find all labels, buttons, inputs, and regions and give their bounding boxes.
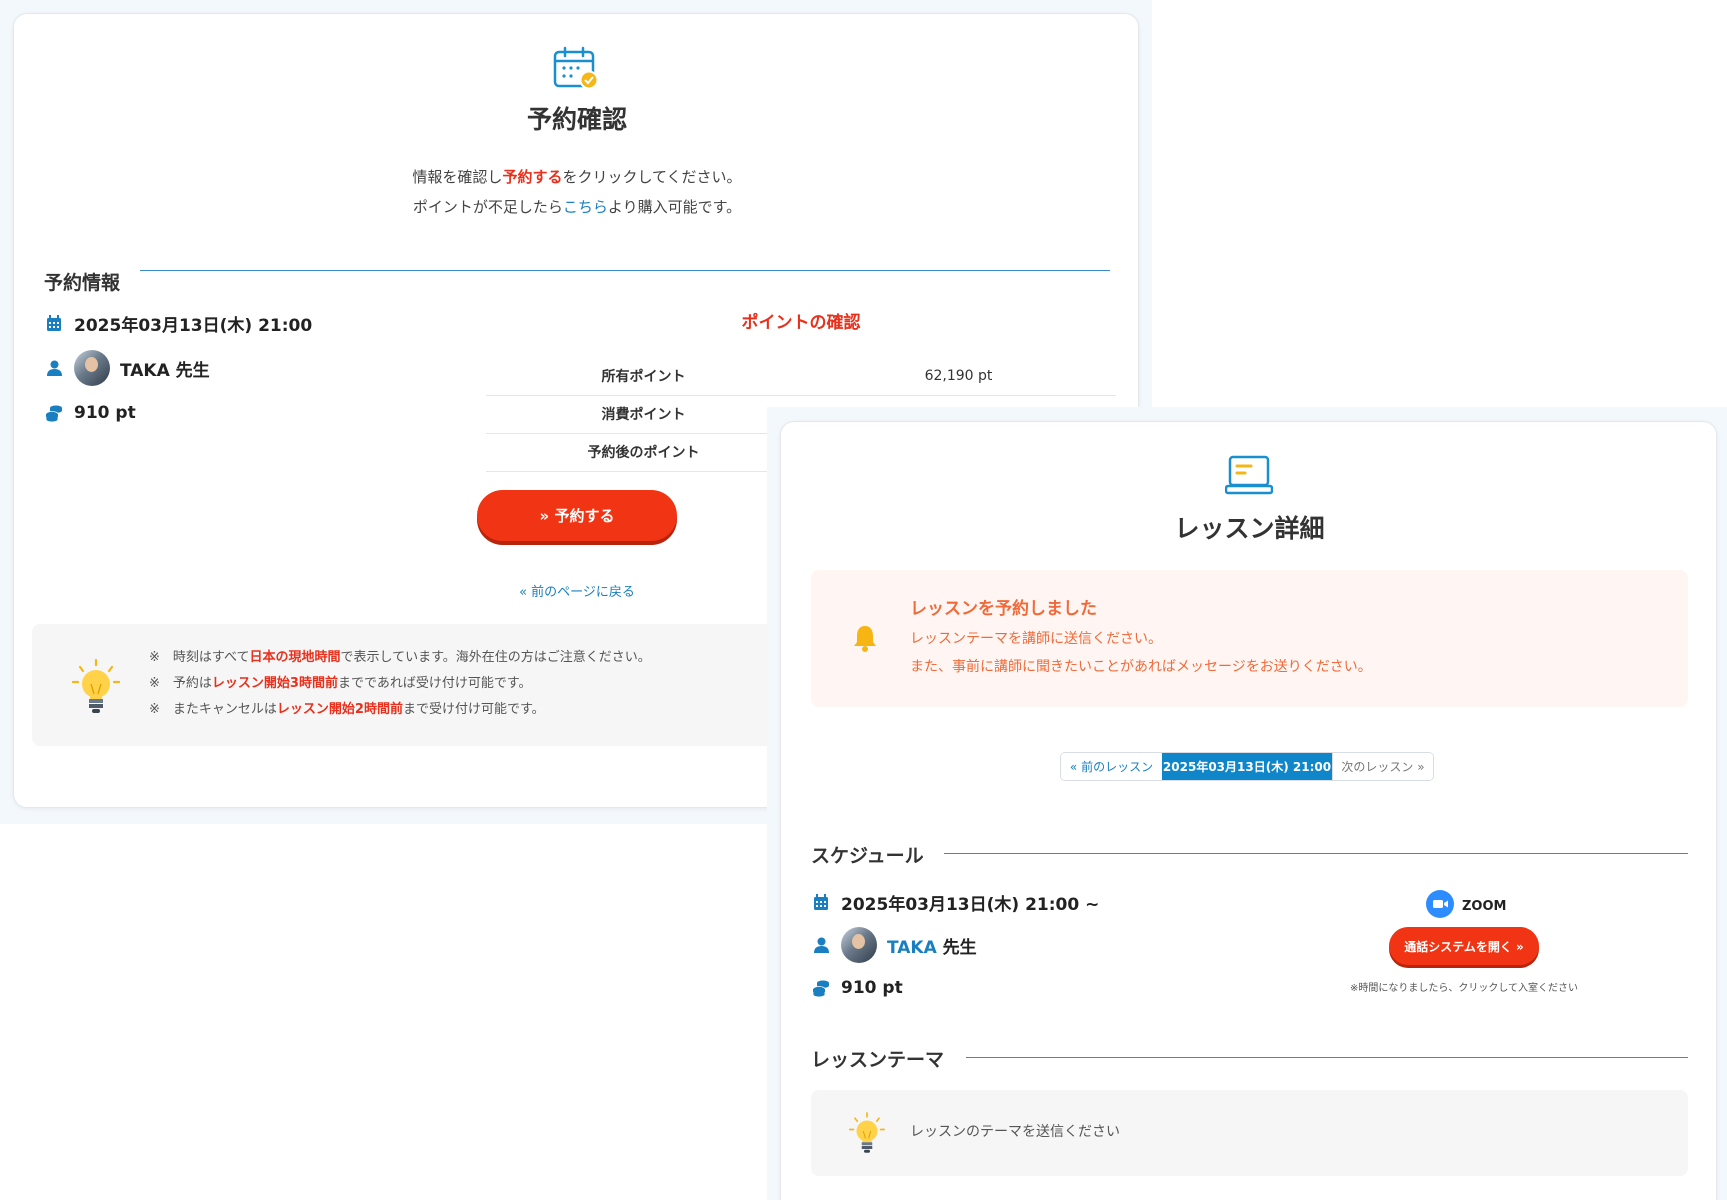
- zoom-badge: ZOOM: [1426, 890, 1506, 922]
- booking-confirmation-alert: レッスンを予約しました レッスンテーマを講師に送信ください。 また、事前に講師に…: [811, 570, 1688, 707]
- current-lesson-date: 2025年03月13日(木) 21:00: [1162, 753, 1332, 780]
- user-icon: [44, 360, 64, 376]
- intro-text-2-end: より購入可能です。: [607, 198, 742, 216]
- intro-text-1: 情報を確認し: [412, 168, 503, 186]
- intro-text-2: ポイントが不足したら: [412, 198, 563, 216]
- lesson-theme-placeholder: レッスンのテーマを送信ください: [910, 1124, 1120, 1140]
- lightbulb-icon: [71, 658, 121, 721]
- zoom-icon: [1426, 890, 1454, 922]
- teacher-name: TAKA 先生: [120, 360, 210, 381]
- intro-text-1-end: をクリックしてください。: [562, 168, 742, 186]
- section-divider: [140, 270, 1110, 271]
- points-label: 消費ポイント: [486, 395, 801, 434]
- bell-icon: [853, 624, 877, 656]
- zoom-label: ZOOM: [1462, 898, 1507, 914]
- note-emphasis: 日本の現地時間: [249, 650, 341, 665]
- lesson-datetime-row: 2025年03月13日(木) 21:00 ~: [811, 887, 1099, 917]
- user-icon: [811, 937, 831, 953]
- call-note: ※時間になりましたら、クリックして入室ください: [1349, 983, 1579, 994]
- purchase-points-link[interactable]: こちら: [563, 198, 608, 216]
- open-call-system-button[interactable]: 通話システムを開く »: [1389, 927, 1539, 965]
- lesson-points: 910 pt: [841, 978, 903, 998]
- alert-text: また、事前に講師に聞きたいことがあればメッセージをお送りください。: [910, 659, 1372, 675]
- reservation-datetime: 2025年03月13日(木) 21:00: [74, 315, 313, 336]
- lesson-theme-box: レッスンのテーマを送信ください: [811, 1090, 1688, 1176]
- reservation-teacher-row: TAKA 先生: [44, 350, 312, 386]
- reservation-points: 910 pt: [74, 403, 136, 423]
- note-emphasis: レッスン開始3時間前: [211, 676, 338, 691]
- section-title-reservation-info: 予約情報: [44, 272, 121, 294]
- next-lesson-link[interactable]: 次のレッスン »: [1332, 753, 1433, 780]
- schedule-summary: 2025年03月13日(木) 21:00 ~ TAKA 先生 910 pt: [811, 887, 1099, 1003]
- previous-lesson-link[interactable]: « 前のレッスン: [1061, 753, 1162, 780]
- coins-icon: [44, 405, 64, 422]
- calendar-icon: [44, 314, 64, 332]
- points-check-title: ポイントの確認: [741, 313, 861, 333]
- reservation-datetime-row: 2025年03月13日(木) 21:00: [44, 308, 312, 338]
- section-divider: [944, 853, 1688, 854]
- alert-text: レッスンテーマを講師に送信ください。: [910, 631, 1162, 647]
- points-label: 所有ポイント: [486, 357, 801, 396]
- teacher-profile-link[interactable]: TAKA: [887, 938, 937, 958]
- reservation-points-row: 910 pt: [44, 398, 312, 428]
- lightbulb-icon: [848, 1112, 886, 1160]
- note-emphasis: レッスン開始2時間前: [276, 702, 403, 717]
- lesson-points-row: 910 pt: [811, 973, 1099, 1003]
- note-text: で表示しています。海外在住の方はご注意ください。: [340, 650, 651, 665]
- lesson-pager: « 前のレッスン 2025年03月13日(木) 21:00 次のレッスン »: [1060, 752, 1434, 781]
- note-text: ※ またキャンセルは: [149, 702, 277, 717]
- intro-emphasis: 予約する: [502, 168, 563, 186]
- reservation-summary: 2025年03月13日(木) 21:00 TAKA 先生 910 pt: [44, 308, 312, 428]
- table-row: 所有ポイント 62,190 pt: [486, 357, 1116, 396]
- lesson-teacher-row: TAKA 先生: [811, 927, 1099, 963]
- section-divider: [966, 1057, 1688, 1058]
- alert-content: レッスンを予約しました レッスンテーマを講師に送信ください。 また、事前に講師に…: [910, 594, 1372, 681]
- laptop-icon: [1224, 455, 1274, 501]
- teacher-suffix: 先生: [936, 937, 977, 958]
- note-text: まで受け付け可能です。: [402, 702, 545, 717]
- points-value: 62,190 pt: [801, 357, 1116, 396]
- teacher-avatar: [74, 350, 110, 386]
- points-label: 予約後のポイント: [486, 433, 801, 472]
- note-text: ※ 予約は: [149, 676, 212, 691]
- section-title-schedule: スケジュール: [811, 845, 924, 867]
- reserve-button[interactable]: » 予約する: [477, 490, 677, 541]
- lesson-datetime: 2025年03月13日(木) 21:00 ~: [841, 894, 1100, 915]
- note-text: までであれば受け付け可能です。: [337, 676, 532, 691]
- page-title: レッスン詳細: [1174, 514, 1325, 543]
- calendar-check-icon: [553, 46, 599, 94]
- alert-title: レッスンを予約しました: [910, 599, 1097, 619]
- note-text: ※ 時刻はすべて: [149, 650, 250, 665]
- notes-list: ※ 時刻はすべて日本の現地時間で表示しています。海外在住の方はご注意ください。 …: [149, 645, 651, 723]
- calendar-icon: [811, 893, 831, 911]
- teacher-avatar: [841, 927, 877, 963]
- section-title-lesson-theme: レッスンテーマ: [811, 1049, 945, 1071]
- intro-text: 情報を確認し予約するをクリックしてください。 ポイントが不足したらこちらより購入…: [14, 162, 1140, 222]
- lesson-card: レッスン詳細 レッスンを予約しました レッスンテーマを講師に送信ください。 また…: [780, 421, 1717, 1200]
- coins-icon: [811, 980, 831, 997]
- page-title: 予約確認: [526, 105, 627, 134]
